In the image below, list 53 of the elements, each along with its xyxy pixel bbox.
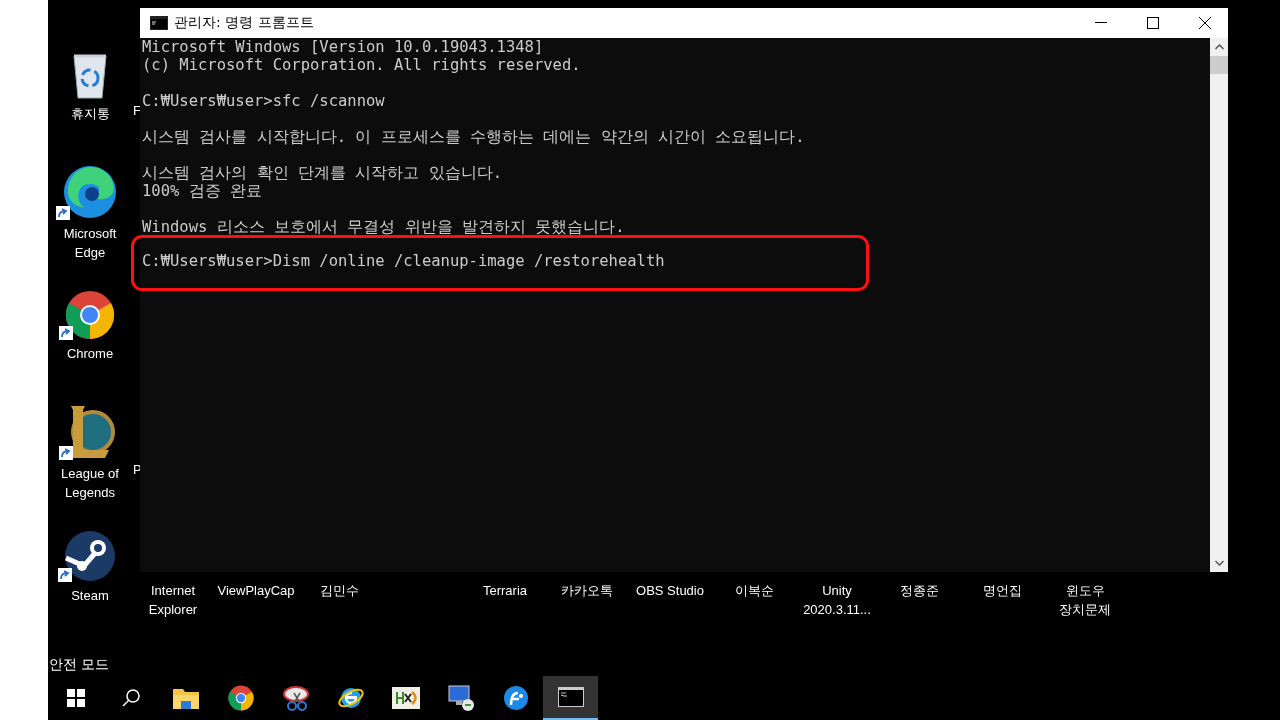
console-line: (c) Microsoft Corporation. All rights reserved. [142, 56, 582, 74]
shortcut-arrow-icon [56, 206, 70, 220]
safe-mode-label: 안전 모드 [49, 656, 109, 674]
icon-label: 이복순 [733, 582, 775, 600]
icon-label: 명언집 [981, 582, 1023, 600]
round-app-icon[interactable] [502, 685, 529, 711]
icon-label: 카카오톡 [560, 582, 614, 600]
windows-start-icon[interactable] [66, 689, 85, 707]
folder-icon[interactable] [172, 687, 199, 709]
window-title: 관리자: 명령 프롬프트 [174, 14, 315, 32]
icon-label: Unity 2020.3.11... [802, 582, 872, 619]
console-line: 시스템 검사의 확인 단계를 시작하고 있습니다. [142, 164, 503, 182]
maximize-icon [1147, 17, 1159, 29]
close-icon [1199, 17, 1211, 29]
icon-label: Terraria [481, 582, 529, 600]
scroll-down-icon[interactable] [1214, 560, 1224, 566]
shortcut-arrow-icon [58, 568, 72, 582]
command-prompt-icon [150, 16, 168, 30]
icon-label: 정종준 [898, 582, 940, 600]
icon-label: OBS Studio [635, 582, 705, 600]
steam-icon [64, 530, 116, 582]
scroll-bar[interactable] [1210, 38, 1228, 572]
console-line: Windows 리소스 보호에서 무결성 위반을 발견하지 못했습니다. [142, 218, 626, 236]
icon-label: Steam [71, 587, 109, 605]
icon-label: 김민수 [318, 582, 360, 600]
icon-label: F [133, 103, 141, 118]
scissors-icon[interactable] [281, 685, 310, 711]
command-prompt-icon[interactable] [557, 687, 584, 707]
icon-label: 윈도우 장치문제 [1058, 582, 1112, 619]
console-line: C:₩Users₩user>sfc /scannow [142, 92, 386, 110]
icon-label: Internet Explorer [147, 582, 199, 619]
edge-icon [62, 164, 118, 220]
icon-label: ViewPlayCap [216, 582, 296, 600]
icon-label: Chrome [66, 345, 114, 363]
minimize-icon [1095, 22, 1107, 24]
console-line: Microsoft Windows [Version 10.0.19043.1348] [142, 38, 545, 56]
icon-label: Microsoft Edge [62, 225, 118, 262]
icon-label: League of Legends [60, 465, 120, 502]
computer-monitor-icon[interactable] [446, 684, 475, 712]
icon-label: 휴지통 [70, 105, 110, 123]
console-line: 시스템 검사를 시작합니다. 이 프로세스를 수행하는 데에는 약간의 시간이 소요됩니다. [142, 128, 806, 146]
shortcut-arrow-icon [59, 326, 73, 340]
scroll-thumb[interactable] [1210, 56, 1228, 74]
chrome-icon[interactable] [227, 685, 254, 711]
chrome-icon [65, 290, 115, 340]
console-line: C:₩Users₩user>Dism /online /cleanup-image /restorehealth [142, 252, 666, 270]
ie-icon[interactable] [336, 685, 365, 711]
scroll-up-icon[interactable] [1214, 44, 1224, 50]
hex-editor-icon[interactable] [391, 687, 420, 709]
search-icon[interactable] [120, 688, 141, 708]
shortcut-arrow-icon [59, 446, 73, 460]
console-line: 100% 검증 완료 [142, 182, 263, 200]
active-taskbar-item[interactable] [543, 676, 598, 720]
